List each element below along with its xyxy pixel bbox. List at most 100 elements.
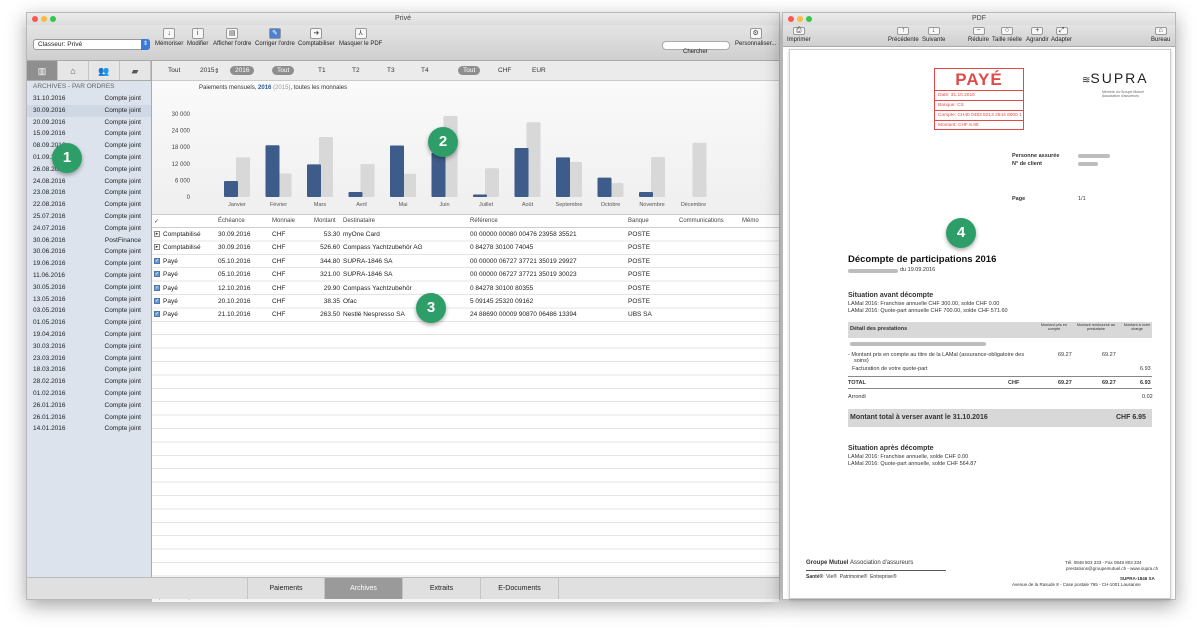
tab-archives[interactable]: Archives [325,578,403,599]
tab-bank-icon[interactable]: ⌂ [58,61,89,80]
column-reference[interactable]: Référence [470,218,498,224]
archive-account: Compte joint [104,248,142,256]
fit-button[interactable]: ⤢ Adapter [1051,27,1072,43]
sidebar-archive-item[interactable]: 01.05.2016 Compte joint [27,317,151,329]
sidebar-archive-item[interactable]: 03.05.2016 Compte joint [27,305,151,317]
zoom-in-button[interactable]: + Agrandir [1026,27,1049,43]
sidebar-archive-item[interactable]: 22.08.2016 Compte joint [27,199,151,211]
sidebar-archive-item[interactable]: 01.09.2016 Compte joint [27,152,151,164]
sidebar-archive-item[interactable]: 30.05.2016 Compte joint [27,282,151,294]
table-row[interactable]: ▸ Comptabilisé 30.09.2016 CHF 526.60 Compass … [152,241,779,254]
tab-e-documents[interactable]: E-Documents [481,578,559,599]
sidebar-archive-item[interactable]: 20.09.2016 Compte joint [27,117,151,129]
filter-all-years[interactable]: Tout [168,67,180,74]
filter-quarter-t2[interactable]: T2 [352,67,360,74]
sidebar-archive-item[interactable]: 30.03.2016 Compte joint [27,341,151,353]
tab-archives-icon[interactable]: ▥ [27,61,58,80]
pdf-toolbar: ⎙ Imprimer ↑ Précédente ↓ Suivante − Réduire… [783,25,1175,47]
masquer-pdf-button[interactable]: ⅄ Masquer le PDF [339,28,382,47]
sidebar-archive-item[interactable]: 13.05.2016 Compte joint [27,294,151,306]
tab-folder-icon[interactable]: ▰ [120,61,151,80]
sidebar-archive-item[interactable]: 30.09.2016 Compte joint [27,104,151,117]
column-montant[interactable]: Montant [314,218,336,224]
x-tick-label: Novembre [639,202,664,208]
column-banque[interactable]: Banque [628,218,649,224]
sidebar-archive-item[interactable]: 23.08.2016 Compte joint [27,187,151,199]
desktop-button[interactable]: ⌂ Bureau [1151,27,1170,43]
sidebar-archive-item[interactable]: 08.09.2016 Compte joint [27,140,151,152]
comptabiliser-button[interactable]: ➜ Comptabiliser [298,28,335,47]
actual-size-button[interactable]: ○ Taille réelle [992,27,1022,43]
sidebar-archive-item[interactable]: 28.02.2016 Compte joint [27,376,151,388]
minimize-window-button[interactable] [41,16,47,22]
previous-page-button[interactable]: ↑ Précédente [888,27,919,43]
zoom-window-button[interactable] [50,16,56,22]
corriger-ordre-button[interactable]: ✎ Corriger l'ordre [255,28,295,47]
row-amount: 38.35 [323,298,340,305]
sidebar-archive-item[interactable]: 19.06.2016 Compte joint [27,258,151,270]
sidebar-archive-item[interactable]: 01.02.2016 Compte joint [27,388,151,400]
table-row[interactable]: ✓ Payé 05.10.2016 CHF 321.00 SUPRA-1846 SA 00 … [152,268,779,281]
chevron-updown-icon: ⇕ [141,39,150,50]
column-memo[interactable]: Mémo [742,218,759,224]
customize-button[interactable]: ⚙ Personnaliser... [735,28,776,47]
table-row[interactable]: ✓ Payé 20.10.2016 CHF 38.35 Ofac 5 09145 25320… [152,295,779,308]
table-row[interactable]: ▸ Comptabilisé 30.09.2016 CHF 53.30 myOne Car… [152,228,779,241]
filter-currency-chf[interactable]: CHF [498,67,511,74]
filter-quarter-all[interactable]: Tout [272,66,295,75]
sidebar-archive-item[interactable]: 15.09.2016 Compte joint [27,128,151,140]
sidebar-archive-item[interactable]: 26.01.2016 Compte joint [27,412,151,424]
sidebar-archive-item[interactable]: 24.08.2016 Compte joint [27,176,151,188]
table-row[interactable]: ✓ Payé 05.10.2016 CHF 344.80 SUPRA-1846 SA 00 … [152,255,779,268]
paid-icon[interactable]: ✓ [154,311,160,318]
modifier-button[interactable]: i Modifier [187,28,208,47]
booked-icon[interactable]: ▸ [154,231,160,237]
memoriser-button[interactable]: ↓ Mémoriser [155,28,183,47]
pdf-zoom-button[interactable] [806,16,812,22]
sidebar-archive-item[interactable]: 26.01.2016 Compte joint [27,400,151,412]
paid-icon[interactable]: ✓ [154,257,160,264]
booked-icon[interactable]: ▸ [154,244,160,251]
table-row[interactable]: ✓ Payé 21.10.2016 CHF 263.50 Nestlé Nespresso… [152,308,779,321]
table-row[interactable]: ✓ Payé 12.10.2016 CHF 29.90 Compass Yachtzube… [152,282,779,295]
sidebar-archive-item[interactable]: 25.07.2016 Compte joint [27,211,151,223]
filter-currency-all[interactable]: Tout [458,66,481,75]
afficher-ordre-button[interactable]: ▤ Afficher l'ordre [213,28,251,47]
filter-year-2016[interactable]: 2016 [230,66,255,75]
main-window: Privé Classeur: Privé ⇕ ↓ Mémoriser i Modi… [26,12,780,602]
tab-paiements[interactable]: Paiements [247,578,325,599]
filter-currency-eur[interactable]: EUR [532,67,546,74]
sidebar-archive-item[interactable]: 18.03.2016 Compte joint [27,364,151,376]
column-communications[interactable]: Communications [679,218,724,224]
tab-payees-icon[interactable]: 👥 [89,61,120,80]
paid-icon[interactable]: ✓ [154,271,160,278]
sidebar-archive-item[interactable]: 31.10.2016 Compte joint [27,93,151,105]
sidebar-archive-item[interactable]: 24.07.2016 Compte joint [27,223,151,235]
column-echeance[interactable]: Échéance [218,218,245,224]
paid-icon[interactable]: ✓ [154,284,160,291]
sidebar-archive-item[interactable]: 14.01.2016 Compte joint [27,423,151,435]
pdf-minimize-button[interactable] [797,16,803,22]
row-date: 30.09.2016 [218,231,251,238]
filter-quarter-t4[interactable]: T4 [421,67,429,74]
sidebar-archive-item[interactable]: 30.06.2016 PostFinance [27,235,151,247]
pdf-close-button[interactable] [788,16,794,22]
sidebar-archive-item[interactable]: 30.06.2016 Compte joint [27,246,151,258]
sidebar-archive-item[interactable]: 26.08.2016 Compte joint [27,164,151,176]
filter-year-2015[interactable]: 2015 [200,67,214,74]
sidebar-archive-item[interactable]: 11.06.2016 Compte joint [27,270,151,282]
filter-quarter-t1[interactable]: T1 [318,67,326,74]
classeur-select[interactable]: Classeur: Privé ⇕ [33,39,150,50]
close-window-button[interactable] [32,16,38,22]
zoom-out-button[interactable]: − Réduire [968,27,989,43]
sidebar-archive-item[interactable]: 23.03.2016 Compte joint [27,353,151,365]
next-page-button[interactable]: ↓ Suivante [922,27,945,43]
stepper-icon[interactable]: ⇕ [214,67,219,75]
print-button[interactable]: ⎙ Imprimer [787,27,811,43]
column-monnaie[interactable]: Monnaie [272,218,295,224]
paid-icon[interactable]: ✓ [154,298,160,304]
sidebar-archive-item[interactable]: 19.04.2016 Compte joint [27,329,151,341]
filter-quarter-t3[interactable]: T3 [387,67,395,74]
tab-extraits[interactable]: Extraits [403,578,481,599]
column-destinataire[interactable]: Destinataire [343,218,375,224]
